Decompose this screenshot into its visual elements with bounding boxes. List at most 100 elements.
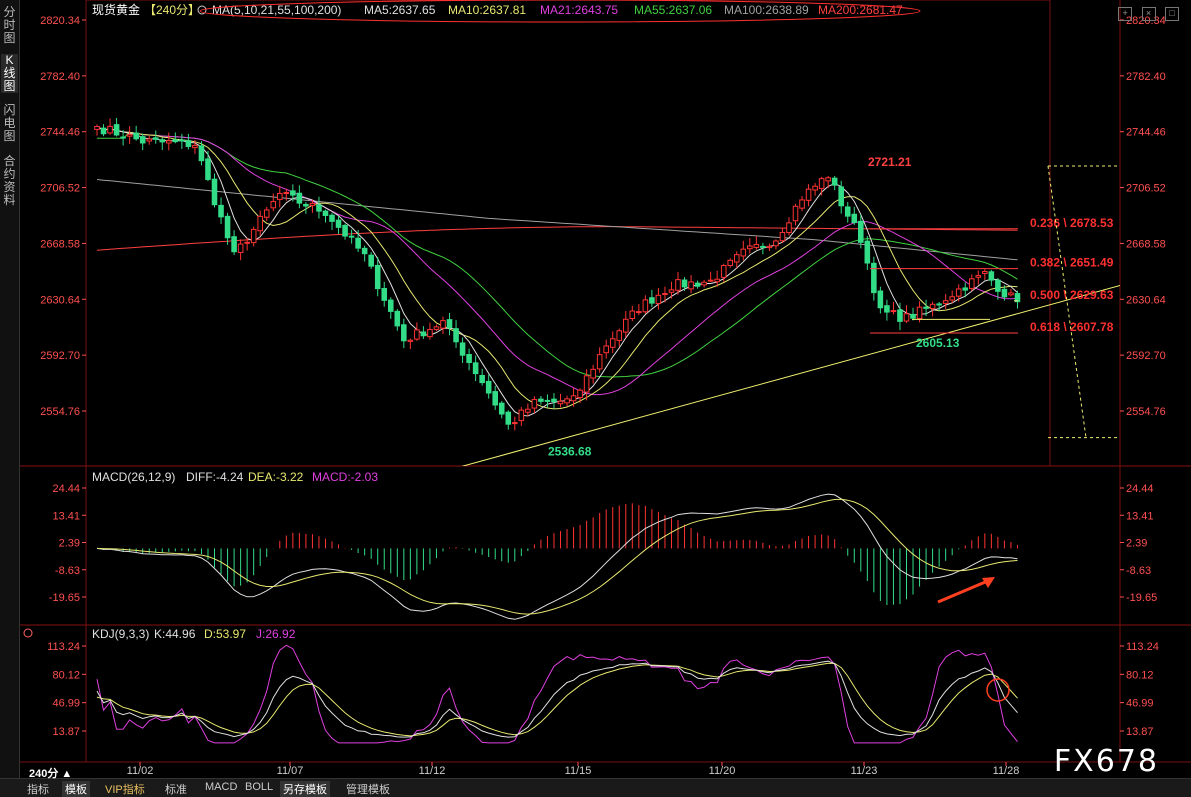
candle-body (668, 289, 675, 293)
candle-body (714, 278, 720, 283)
candle-body (198, 145, 205, 162)
toolbar-tab[interactable]: 240分 ▲ (26, 765, 75, 781)
candle-body (394, 310, 401, 327)
candle (453, 320, 459, 348)
candle (211, 173, 218, 208)
macd-tick-label-left: 24.44 (52, 483, 80, 495)
candle-body (433, 326, 440, 330)
candle-body (642, 299, 649, 313)
price-tick-label-right: 2554.76 (1126, 406, 1166, 418)
candle-body (427, 329, 433, 338)
candle (159, 137, 166, 151)
kdj-j-line (96, 644, 1018, 744)
candle-body (551, 398, 557, 403)
kdj-panel (23, 628, 1018, 744)
candle-body (446, 319, 453, 329)
candle-body (733, 254, 740, 263)
candle (133, 125, 139, 141)
candle-body (133, 132, 139, 140)
candle-body (557, 400, 564, 405)
maximize-icon[interactable]: □ (1165, 7, 1179, 21)
candle (492, 385, 499, 410)
candle (361, 245, 368, 262)
candle (982, 269, 988, 280)
candle-body (146, 138, 153, 142)
candle (616, 328, 623, 347)
candle (472, 355, 479, 382)
toolbar-tab[interactable]: 模板 (62, 781, 90, 797)
candle-body (923, 306, 929, 309)
x-tick-label: 11/12 (419, 765, 446, 777)
candle (727, 258, 734, 268)
candle-body (387, 299, 394, 312)
crosshair-icon[interactable]: + (1118, 7, 1133, 21)
toolbar-tab[interactable]: MACD (202, 781, 240, 793)
candle-body (505, 411, 512, 425)
arrow-annotation (937, 578, 991, 604)
candle-body (740, 248, 747, 257)
candle (1014, 290, 1021, 309)
kdj-settings-icon (23, 628, 33, 638)
candle-body (107, 125, 113, 134)
candle-body (962, 287, 969, 291)
macd-value: DEA:-3.22 (248, 470, 304, 484)
toolbar-tab[interactable]: 指标 (24, 781, 52, 797)
candle (394, 309, 401, 331)
candle-body (518, 409, 525, 422)
macd-tick-label-left: 13.41 (52, 510, 80, 522)
candle (205, 151, 211, 182)
toolbar-tab[interactable]: 标准 (162, 781, 190, 797)
candle-body (211, 178, 218, 206)
candle-body (779, 231, 786, 242)
candle-body (662, 292, 668, 296)
candle (668, 281, 675, 299)
candle (329, 212, 335, 230)
candle (694, 280, 701, 289)
candle-body (995, 279, 1001, 292)
fib-label: 0.236 \ 2678.53 (1030, 216, 1114, 230)
candle-body (955, 288, 962, 297)
candle (263, 206, 270, 221)
chart-canvas[interactable]: 0.236 \ 2678.53 0.382 \ 2651.49 0.500 \ 26… (0, 0, 1191, 778)
macd-tick-label-right: 13.41 (1126, 510, 1154, 522)
candle (538, 395, 544, 405)
toolbar-tab[interactable]: BOLL (242, 781, 276, 793)
close-icon[interactable]: × (1141, 7, 1156, 21)
candle-body (812, 185, 818, 191)
candle (166, 132, 172, 151)
macd-tick-label-left: -8.63 (55, 565, 80, 577)
candle (968, 274, 975, 292)
candle-body (525, 408, 531, 413)
candle (890, 302, 897, 315)
candle-body (453, 328, 459, 343)
candle-body (851, 213, 858, 224)
toolbar-tab[interactable]: VIP指标 (102, 781, 148, 797)
kdj-value: K:44.96 (154, 627, 196, 641)
candle-body (844, 206, 851, 217)
candle (975, 270, 982, 285)
macd-value: DIFF:-4.24 (186, 470, 244, 484)
candle (844, 202, 851, 223)
candle (792, 203, 799, 226)
x-tick-label: 11/02 (127, 765, 154, 777)
candle-body (818, 178, 825, 189)
candle-body (701, 281, 707, 286)
candle (498, 400, 505, 419)
candle (858, 214, 864, 249)
toolbar-tab[interactable]: 另存模板 (280, 781, 330, 797)
candle-body (903, 313, 910, 322)
candle-body (858, 220, 864, 243)
candle-body (361, 247, 368, 255)
candle (910, 307, 916, 321)
toolbar-tab[interactable]: 管理模板 (343, 781, 393, 797)
candle (740, 240, 747, 261)
kdj-tick-label-right: 80.12 (1126, 669, 1154, 681)
candle (126, 126, 133, 145)
candle (525, 403, 531, 417)
candle (655, 288, 662, 310)
candle (179, 133, 185, 149)
candle-body (564, 398, 570, 404)
price-panel: 0.236 \ 2678.53 0.382 \ 2651.49 0.500 \ 26… (94, 117, 1120, 466)
candle (250, 226, 257, 247)
candle (642, 295, 649, 315)
